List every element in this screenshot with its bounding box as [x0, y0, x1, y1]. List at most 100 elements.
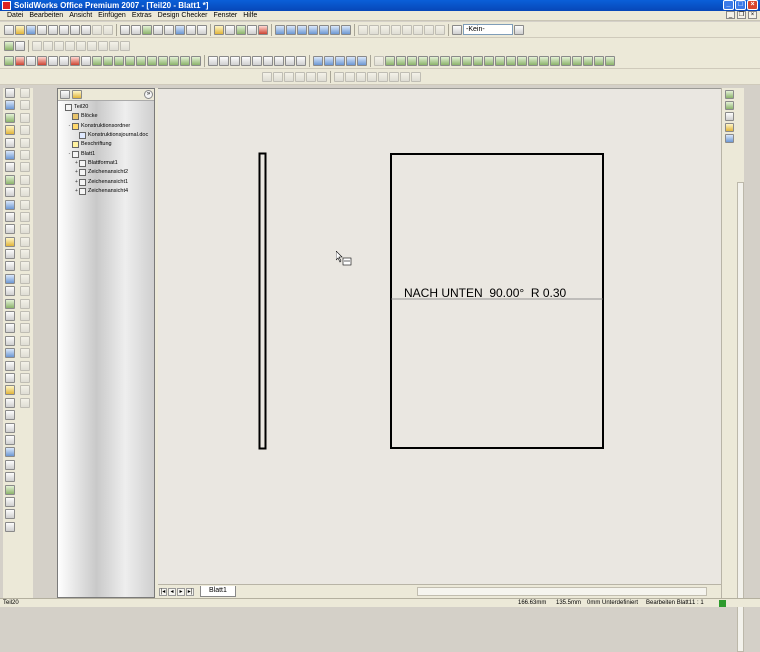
- sketch-tool-22-icon[interactable]: [5, 348, 15, 359]
- rel-3-icon[interactable]: [284, 71, 294, 82]
- annotation-tool-10-icon[interactable]: [20, 199, 30, 210]
- view-3-icon[interactable]: [380, 24, 390, 35]
- feat-13-icon[interactable]: [506, 55, 516, 66]
- doc-restore-button[interactable]: ❐: [737, 11, 746, 19]
- rel-7-icon[interactable]: [334, 71, 344, 82]
- view-7-icon[interactable]: [424, 24, 434, 35]
- tree-item[interactable]: Konstruktionsjournal.doc: [60, 131, 154, 140]
- table-icon[interactable]: [98, 40, 108, 51]
- rel-4-icon[interactable]: [295, 71, 305, 82]
- sketch-tool-36-icon[interactable]: [5, 521, 15, 532]
- zoom-selection-icon[interactable]: [308, 24, 318, 35]
- feat-7-icon[interactable]: [440, 55, 450, 66]
- view-chart-icon[interactable]: [357, 55, 367, 66]
- annotation-tool-26-icon[interactable]: [20, 397, 30, 408]
- close-button[interactable]: ×: [747, 0, 758, 10]
- sketch-tool-11-icon[interactable]: [5, 211, 15, 222]
- sketch-tool-7-icon[interactable]: [5, 162, 15, 173]
- feat-21-icon[interactable]: [594, 55, 604, 66]
- point-icon[interactable]: [247, 24, 257, 35]
- menu-ansicht[interactable]: Ansicht: [66, 11, 95, 21]
- photo-icon[interactable]: [197, 24, 207, 35]
- sketch-tool-20-icon[interactable]: [5, 323, 15, 334]
- menu-einfuegen[interactable]: Einfügen: [95, 11, 129, 21]
- tool-2-icon[interactable]: [219, 55, 229, 66]
- feat-5-icon[interactable]: [418, 55, 428, 66]
- sketch-tool-10-icon[interactable]: [5, 199, 15, 210]
- annotation-tool-25-icon[interactable]: [20, 385, 30, 396]
- sketch-tool-27-icon[interactable]: [5, 410, 15, 421]
- collapse-panel-button[interactable]: »: [144, 90, 153, 99]
- layer-properties-icon[interactable]: [514, 24, 524, 35]
- feat-1-icon[interactable]: [374, 55, 384, 66]
- rel-1-icon[interactable]: [262, 71, 272, 82]
- options-icon[interactable]: [164, 24, 174, 35]
- feat-19-icon[interactable]: [572, 55, 582, 66]
- sketch-tool-26-icon[interactable]: [5, 397, 15, 408]
- sketch-tool-17-icon[interactable]: [5, 286, 15, 297]
- vertical-scrollbar[interactable]: [737, 182, 744, 652]
- maximize-button[interactable]: □: [735, 0, 746, 10]
- menu-fenster[interactable]: Fenster: [210, 11, 240, 21]
- tree-item[interactable]: + Zeichenansicht1: [60, 177, 154, 186]
- view-palette-icon[interactable]: [725, 134, 734, 143]
- drawing-view-side-edge[interactable]: [258, 152, 267, 450]
- sketch-tool-21-icon[interactable]: [5, 335, 15, 346]
- undo-icon[interactable]: [92, 24, 102, 35]
- last-sheet-button[interactable]: ▸|: [186, 587, 194, 596]
- menu-datei[interactable]: Datei: [4, 11, 26, 21]
- doc-minimize-button[interactable]: _: [726, 11, 735, 19]
- sketch-tool-9-icon[interactable]: [5, 187, 15, 198]
- annotation-tool-3-icon[interactable]: [20, 112, 30, 123]
- feat-14-icon[interactable]: [517, 55, 527, 66]
- macro-x-icon[interactable]: [70, 55, 80, 66]
- tool-4-icon[interactable]: [241, 55, 251, 66]
- sketch-tool-31-icon[interactable]: [5, 459, 15, 470]
- smart-dim-icon[interactable]: [236, 24, 246, 35]
- doc-close-button[interactable]: ×: [748, 11, 757, 19]
- sketch-tool-18-icon[interactable]: [5, 298, 15, 309]
- sketch-tool-34-icon[interactable]: [5, 496, 15, 507]
- sketch-tool-28-icon[interactable]: [5, 422, 15, 433]
- rel-5-icon[interactable]: [306, 71, 316, 82]
- sketch-tool-15-icon[interactable]: [5, 261, 15, 272]
- annotation-tool-22-icon[interactable]: [20, 348, 30, 359]
- crop-icon[interactable]: [76, 40, 86, 51]
- sketch-tool-5-icon[interactable]: [5, 137, 15, 148]
- menu-extras[interactable]: Extras: [129, 11, 155, 21]
- new-icon[interactable]: [4, 24, 14, 35]
- feat-16-icon[interactable]: [539, 55, 549, 66]
- feat-20-icon[interactable]: [583, 55, 593, 66]
- model-view-icon[interactable]: [4, 40, 14, 51]
- view-2-icon[interactable]: [369, 24, 379, 35]
- tree-item[interactable]: Teil20: [60, 103, 154, 112]
- stop-icon[interactable]: [15, 55, 25, 66]
- annotation-tool-14-icon[interactable]: [20, 249, 30, 260]
- annotation-tool-15-icon[interactable]: [20, 261, 30, 272]
- sketch-tool-25-icon[interactable]: [5, 385, 15, 396]
- rel-12-icon[interactable]: [389, 71, 399, 82]
- sketch-tool-2-icon[interactable]: [5, 100, 15, 111]
- macro-edit-icon[interactable]: [48, 55, 58, 66]
- sheet-i-icon[interactable]: [180, 55, 190, 66]
- sketch-tool-32-icon[interactable]: [5, 472, 15, 483]
- print-icon[interactable]: [37, 24, 47, 35]
- zoom-inout-icon[interactable]: [297, 24, 307, 35]
- feat-18-icon[interactable]: [561, 55, 571, 66]
- search-icon[interactable]: [725, 123, 734, 132]
- sheet-b-icon[interactable]: [103, 55, 113, 66]
- rel-13-icon[interactable]: [400, 71, 410, 82]
- rel-9-icon[interactable]: [356, 71, 366, 82]
- annotation-tool-18-icon[interactable]: [20, 298, 30, 309]
- sketch-tool-4-icon[interactable]: [5, 125, 15, 136]
- tree-item[interactable]: + Zeichenansicht2: [60, 168, 154, 177]
- bom-icon[interactable]: [109, 40, 119, 51]
- detail-view-icon[interactable]: [54, 40, 64, 51]
- tool-7-icon[interactable]: [274, 55, 284, 66]
- feat-6-icon[interactable]: [429, 55, 439, 66]
- sketch-tool-12-icon[interactable]: [5, 224, 15, 235]
- view-top-icon[interactable]: [324, 55, 334, 66]
- redraw-icon[interactable]: [341, 24, 351, 35]
- hole-table-icon[interactable]: [120, 40, 130, 51]
- sheet-c-icon[interactable]: [114, 55, 124, 66]
